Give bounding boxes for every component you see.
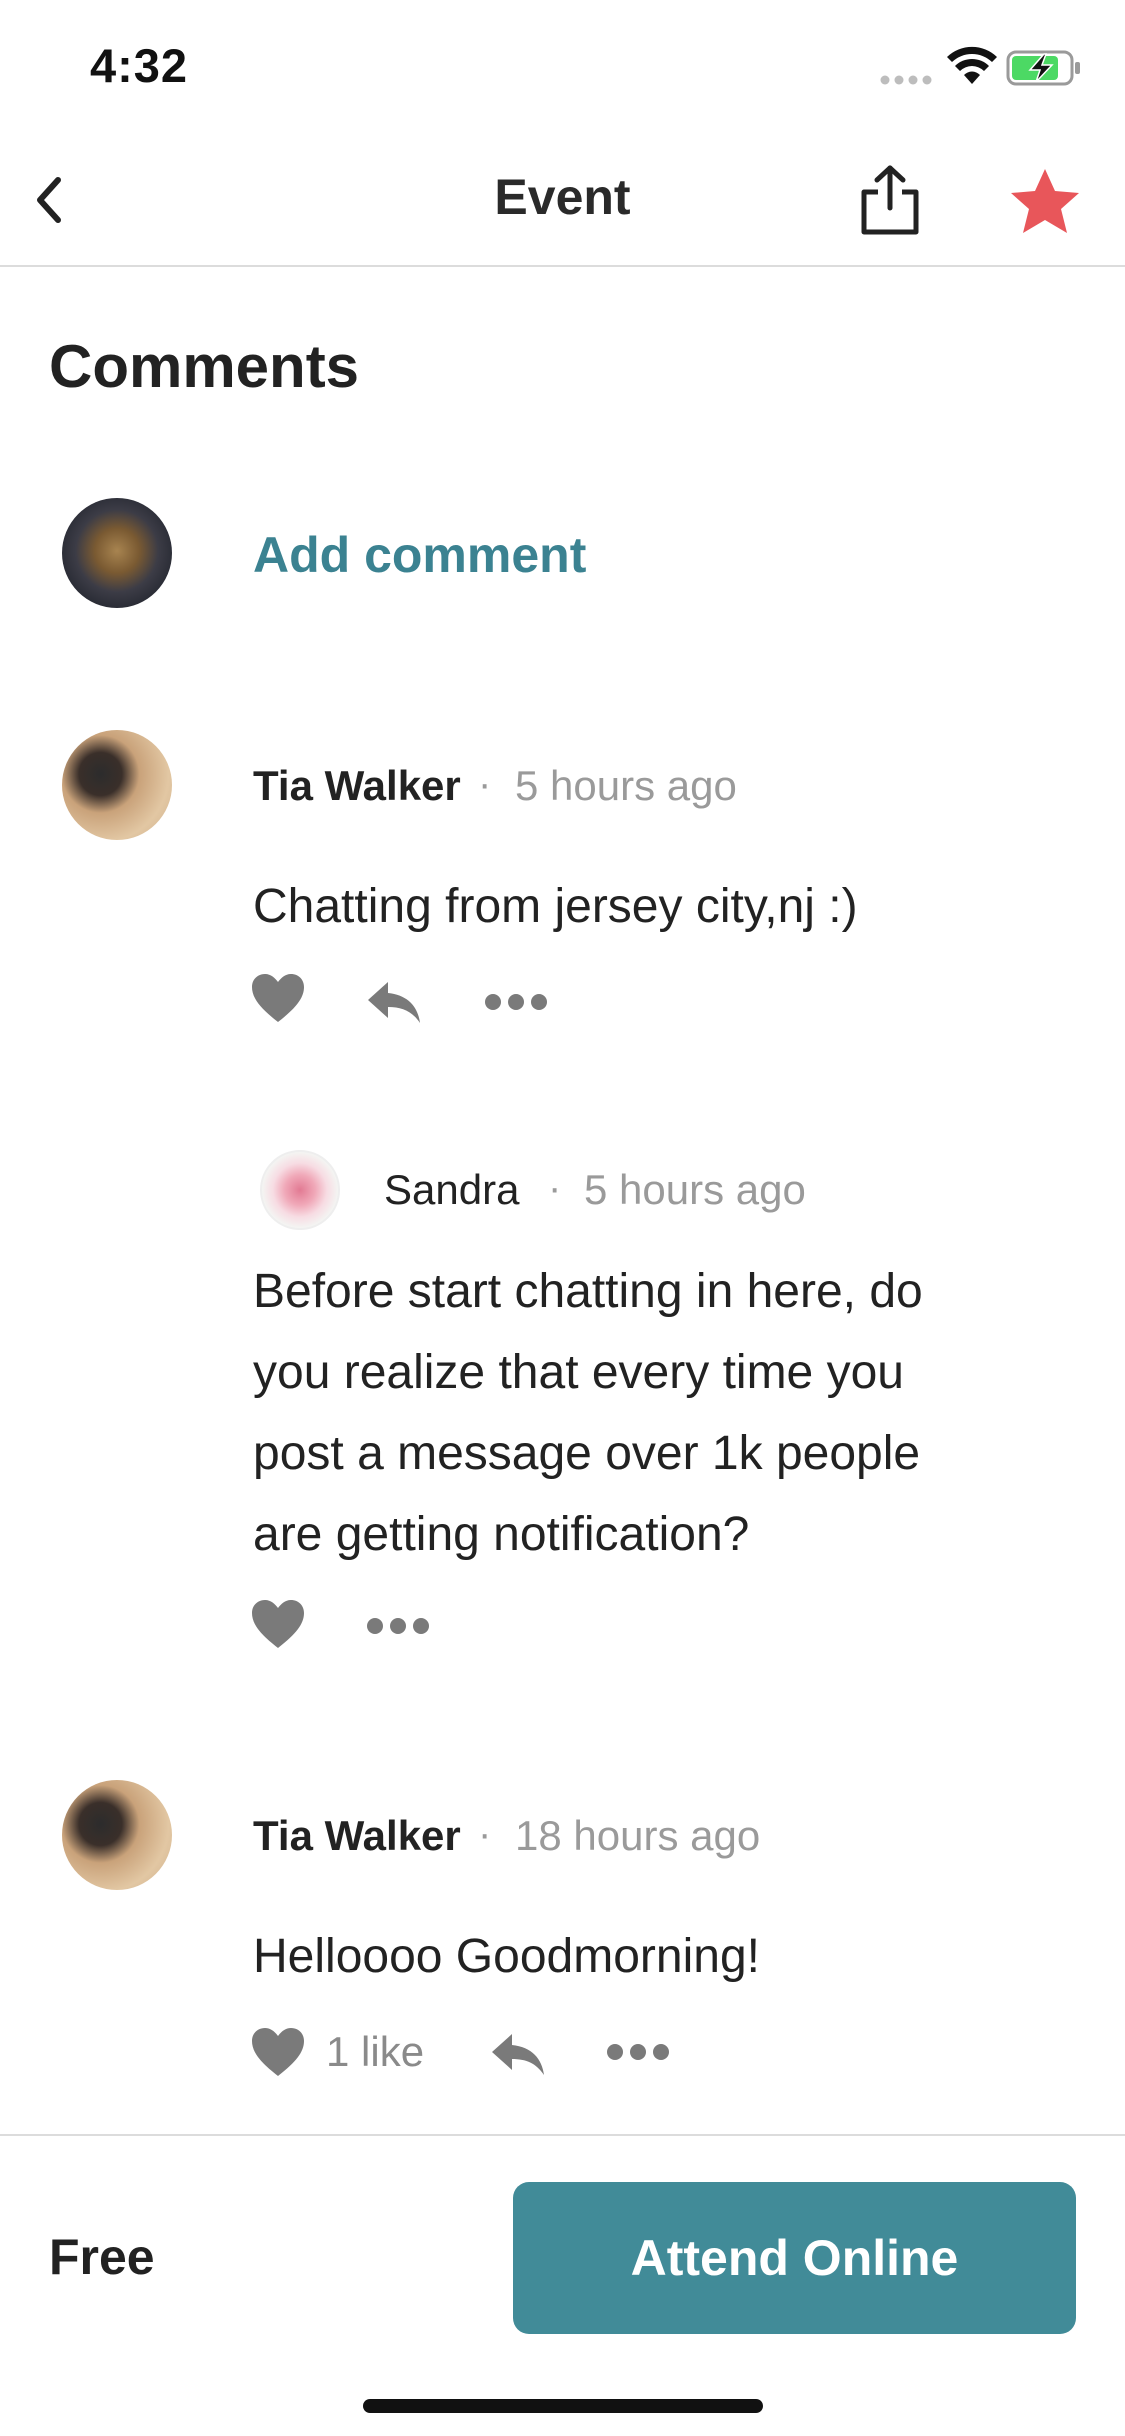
price-label: Free <box>49 2229 155 2285</box>
comment-text-line: post a message over 1k people <box>253 1427 921 1480</box>
comment-text: Chatting from jersey city,nj :) <box>253 880 858 933</box>
comment-text-line: are getting notification? <box>253 1508 750 1561</box>
footer-divider <box>0 2134 1125 2136</box>
meta-separator: · <box>478 762 492 806</box>
add-comment-button[interactable]: Add comment <box>253 526 586 584</box>
comments-title: Comments <box>49 333 360 400</box>
comment-time: 5 hours ago <box>515 762 737 809</box>
attend-online-button[interactable]: Attend Online <box>513 2182 1076 2334</box>
comment-time: 5 hours ago <box>584 1166 806 1213</box>
more-options-icon[interactable] <box>606 2042 670 2062</box>
avatar <box>62 1780 172 1890</box>
comment-author[interactable]: Tia Walker <box>253 1812 461 1860</box>
wifi-icon <box>947 46 997 84</box>
more-options-icon[interactable] <box>484 992 548 1012</box>
battery-charging-icon <box>1006 50 1080 86</box>
share-icon[interactable] <box>850 160 930 240</box>
reply-icon[interactable] <box>366 978 422 1026</box>
status-time: 4:32 <box>90 39 189 92</box>
comment-text-line: you realize that every time you <box>253 1346 904 1399</box>
cellular-signal-icon <box>880 75 932 85</box>
current-user-avatar <box>62 498 172 608</box>
reply-icon[interactable] <box>490 2030 546 2078</box>
comment-text-line: Before start chatting in here, do <box>253 1265 923 1318</box>
heart-icon[interactable] <box>250 1598 306 1650</box>
nav-divider <box>0 265 1125 267</box>
avatar <box>62 730 172 840</box>
more-options-icon[interactable] <box>366 1616 430 1636</box>
heart-icon[interactable] <box>250 2026 306 2078</box>
comment-text: Helloooo Goodmorning! <box>253 1930 760 1983</box>
meta-separator: · <box>548 1166 562 1210</box>
like-count[interactable]: 1 like <box>326 2028 424 2076</box>
heart-icon[interactable] <box>250 972 306 1024</box>
comment-author[interactable]: Sandra <box>384 1166 519 1214</box>
avatar <box>260 1150 340 1230</box>
comment-author[interactable]: Tia Walker <box>253 762 461 810</box>
comment-time: 18 hours ago <box>515 1812 761 1859</box>
star-icon[interactable] <box>1005 163 1085 243</box>
home-indicator[interactable] <box>363 2399 763 2413</box>
page-title: Event <box>494 169 631 225</box>
meta-separator: · <box>478 1812 492 1856</box>
